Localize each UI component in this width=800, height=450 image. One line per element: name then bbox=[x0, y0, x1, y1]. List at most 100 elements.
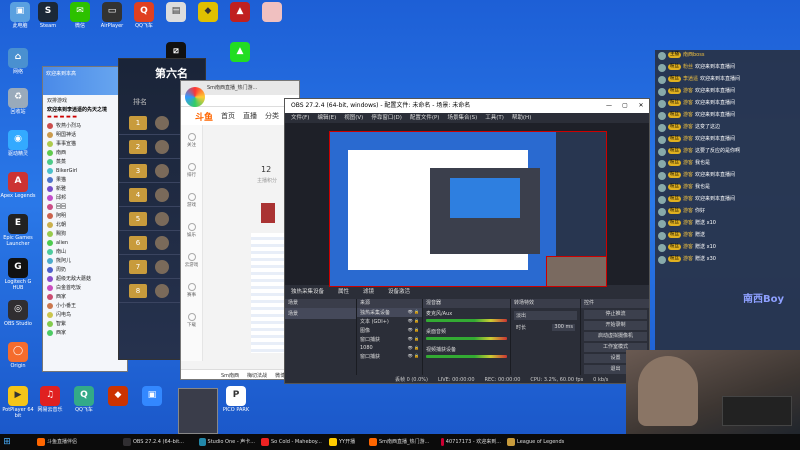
qq-member[interactable]: 南山 bbox=[43, 247, 127, 256]
side-nav-item[interactable]: 赛事 bbox=[181, 275, 202, 305]
side-nav-item[interactable]: 游戏 bbox=[181, 185, 202, 215]
qq-member[interactable]: 周奶 bbox=[43, 265, 127, 274]
streamer-thumbnail[interactable] bbox=[261, 203, 275, 223]
chat-username[interactable]: 粉丝 bbox=[683, 64, 693, 70]
qq-member[interactable]: 西家 bbox=[43, 328, 127, 337]
obs-menu-item[interactable]: 工具(T) bbox=[485, 115, 504, 121]
duration-input[interactable]: 300 ms bbox=[552, 324, 575, 331]
desktop-icon[interactable]: ▭ AirPlayer bbox=[94, 2, 130, 30]
qq-member[interactable]: 回回 bbox=[43, 202, 127, 211]
filters-button[interactable]: 滤镜 bbox=[363, 287, 374, 297]
chat-username[interactable]: 游客 bbox=[683, 88, 693, 94]
chat-username[interactable]: 游客 bbox=[683, 136, 693, 142]
source-item[interactable]: 窗口捕获 👁 🔒 bbox=[357, 352, 422, 361]
qq-member[interactable]: 阿明 bbox=[43, 211, 127, 220]
control-button[interactable]: 停止推流 bbox=[584, 310, 647, 319]
chat-username[interactable]: 游客 bbox=[683, 124, 693, 130]
desktop-icon[interactable]: ◆ bbox=[190, 2, 226, 24]
side-nav-item[interactable]: 排行 bbox=[181, 155, 202, 185]
chat-username[interactable]: 游客 bbox=[683, 172, 693, 178]
desktop-icon[interactable]: ▲ bbox=[222, 2, 258, 24]
desktop-icon[interactable]: Q QQ飞车 bbox=[66, 386, 102, 414]
desktop-icon[interactable]: ▲ bbox=[222, 42, 258, 64]
qq-member[interactable]: 果猫 bbox=[43, 175, 127, 184]
qq-member[interactable]: alien bbox=[43, 238, 127, 247]
obs-menu-item[interactable]: 编辑(E) bbox=[317, 115, 336, 121]
desktop-icon[interactable]: ◉ 驱动精灵 bbox=[0, 130, 36, 158]
source-item[interactable]: 独热采集设备 👁 🔒 bbox=[357, 308, 422, 317]
side-nav-item[interactable]: 娱乐 bbox=[181, 215, 202, 245]
chat-username[interactable]: 游客 bbox=[683, 244, 693, 250]
side-nav-item[interactable]: 关注 bbox=[181, 125, 202, 155]
qq-member[interactable]: 明国神话 bbox=[43, 130, 127, 139]
desktop-icon[interactable]: ✉ 微信 bbox=[62, 2, 98, 30]
desktop-icon[interactable]: P PICO PARK bbox=[218, 386, 254, 414]
chat-username[interactable]: 游客 bbox=[683, 112, 693, 118]
chat-username[interactable]: 南西boss bbox=[683, 52, 704, 58]
qq-member[interactable]: 邱邦 bbox=[43, 193, 127, 202]
qq-member[interactable]: 南西 bbox=[43, 148, 127, 157]
maximize-icon[interactable]: ▢ bbox=[617, 99, 633, 113]
visibility-lock-icon[interactable]: 👁 🔒 bbox=[408, 345, 419, 351]
volume-meter[interactable] bbox=[426, 355, 507, 358]
activate-button[interactable]: 设备激活 bbox=[388, 287, 410, 297]
qq-member[interactable]: 北朝 bbox=[43, 220, 127, 229]
visibility-lock-icon[interactable]: 👁 🔒 bbox=[408, 318, 419, 325]
start-icon[interactable]: ⊞ bbox=[0, 434, 14, 450]
obs-menu-item[interactable]: 视图(V) bbox=[344, 115, 363, 121]
qq-member[interactable]: BikerGirl bbox=[43, 166, 127, 175]
desktop-icon[interactable]: G Logitech G HUB bbox=[0, 258, 36, 291]
chat-username[interactable]: 游客 bbox=[683, 232, 693, 238]
source-item[interactable]: 窗口捕获 👁 🔒 bbox=[357, 335, 422, 344]
source-item[interactable]: 1080 👁 🔒 bbox=[357, 344, 422, 352]
qq-member[interactable]: 白金首吃饭 bbox=[43, 283, 127, 292]
qq-member[interactable]: 赐狗 bbox=[43, 229, 127, 238]
taskbar-item[interactable]: 40717173 - 欢迎来到... bbox=[438, 434, 504, 450]
side-nav-item[interactable]: 云游戏 bbox=[181, 245, 202, 275]
visibility-lock-icon[interactable]: 👁 🔒 bbox=[408, 353, 419, 360]
taskbar-item[interactable]: Studio One - 声卡... bbox=[196, 434, 258, 450]
properties-button[interactable]: 属性 bbox=[338, 287, 349, 297]
taskbar-item[interactable]: 斗鱼直播伴侣 bbox=[34, 434, 120, 450]
visibility-lock-icon[interactable]: 👁 🔒 bbox=[408, 327, 419, 334]
desktop-icon[interactable]: ⌂ 网络 bbox=[0, 48, 36, 76]
scene-item[interactable]: 场景 bbox=[285, 308, 356, 319]
visibility-lock-icon[interactable]: 👁 🔒 bbox=[408, 336, 419, 343]
chat-username[interactable]: 游客 bbox=[683, 208, 693, 214]
chat-username[interactable]: 游客 bbox=[683, 184, 693, 190]
desktop-icon[interactable]: ♻ 回收站 bbox=[0, 88, 36, 116]
chat-username[interactable]: 游客 bbox=[683, 100, 693, 106]
chat-username[interactable]: 游客 bbox=[683, 160, 693, 166]
taskbar-item[interactable]: Sm南西直播_热门游... bbox=[366, 434, 438, 450]
qq-member[interactable]: 小小番王 bbox=[43, 301, 127, 310]
desktop-icon[interactable] bbox=[254, 2, 290, 24]
taskbar-thumbnail[interactable] bbox=[178, 388, 218, 434]
minimize-icon[interactable]: — bbox=[601, 99, 617, 113]
close-icon[interactable]: ✕ bbox=[633, 99, 649, 113]
source-item[interactable]: 文本 (GDI+) 👁 🔒 bbox=[357, 317, 422, 326]
desktop-icon[interactable]: ◯ Origin bbox=[0, 342, 36, 370]
qq-member[interactable]: 熊阿儿 bbox=[43, 256, 127, 265]
obs-menu-item[interactable]: 配置文件(P) bbox=[410, 115, 440, 121]
control-button[interactable]: 开始录制 bbox=[584, 321, 647, 330]
desktop-icon[interactable]: ▤ bbox=[158, 2, 194, 24]
chat-username[interactable]: 游客 bbox=[683, 256, 693, 262]
taskbar-item[interactable]: So Cold - Maheboy... bbox=[258, 434, 326, 450]
desktop-icon[interactable]: E Epic Games Launcher bbox=[0, 214, 36, 247]
desktop-icon[interactable]: ◎ OBS Studio bbox=[0, 300, 36, 328]
qq-member[interactable]: 事事宣猫 bbox=[43, 139, 127, 148]
qq-member[interactable]: 蒸蒸 bbox=[43, 157, 127, 166]
desktop-icon[interactable]: ♫ 网易云音乐 bbox=[32, 386, 68, 414]
chat-username[interactable]: 李逍遥 bbox=[683, 76, 698, 82]
desktop-icon[interactable]: ▶ PotPlayer 64 bit bbox=[0, 386, 36, 419]
obs-menu-item[interactable]: 场景集合(S) bbox=[447, 115, 477, 121]
desktop-icon[interactable]: ◆ bbox=[100, 386, 136, 408]
taskbar-item[interactable]: OBS 27.2.4 (64-bit... bbox=[120, 434, 196, 450]
qq-member[interactable]: 智紫 bbox=[43, 319, 127, 328]
qq-member[interactable]: 新雅 bbox=[43, 184, 127, 193]
obs-menu-item[interactable]: 帮助(H) bbox=[512, 115, 531, 121]
taskbar-item[interactable]: League of Legends bbox=[504, 434, 584, 450]
chat-username[interactable]: 游客 bbox=[683, 220, 693, 226]
source-item[interactable]: 图像 👁 🔒 bbox=[357, 326, 422, 335]
chat-username[interactable]: 游客 bbox=[683, 196, 693, 202]
